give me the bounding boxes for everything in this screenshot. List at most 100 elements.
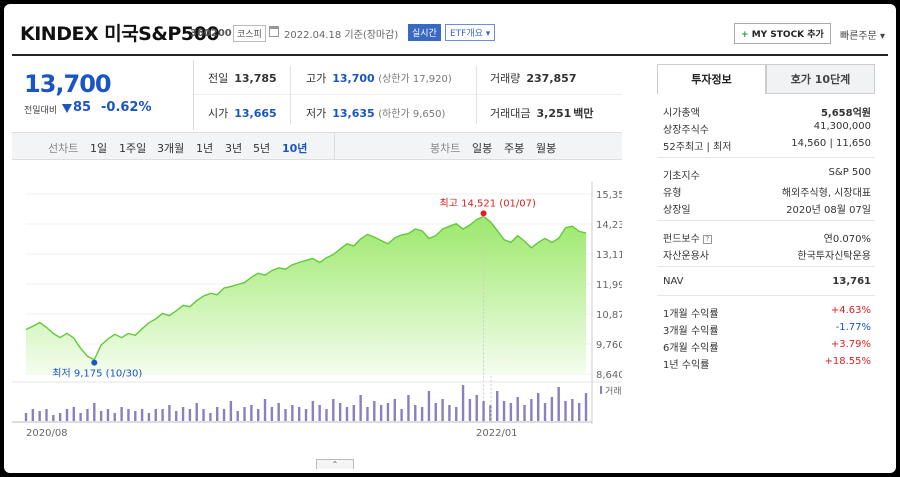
chart-scroll-handle[interactable]: ⌃ [316, 459, 354, 469]
info-label: 유형 [663, 188, 682, 199]
tab-monthly[interactable]: 월봉 [536, 140, 556, 156]
info-value: 14,560 | 11,650 [791, 138, 871, 149]
volume-bar [468, 399, 472, 421]
realtime-button[interactable]: 실시간 [408, 24, 441, 41]
price-area [26, 216, 586, 374]
volume-bar [195, 403, 198, 421]
tab-1week[interactable]: 1주일 [119, 140, 146, 156]
info-label: 자산운용사 [663, 251, 709, 262]
info-row: 시가총액 5,658억원 [657, 102, 875, 119]
tab-3month[interactable]: 3개월 [157, 140, 184, 156]
volume-bar [414, 405, 417, 421]
volume-bar [366, 407, 369, 421]
prev-close-label: 전일 [208, 72, 229, 85]
volume-bar [168, 405, 171, 421]
volume-bar [584, 393, 588, 421]
info-value: S&P 500 [828, 167, 871, 178]
volume-bar [65, 409, 69, 421]
volume-bar [38, 411, 41, 421]
price-chart[interactable]: 15,357 14,237 13,118 11,999 10,879 9,760 8,640… [12, 162, 622, 462]
info-value: 해외주식형, 시장대표 [781, 188, 871, 199]
info-row: 1년 수익률 +18.55% [657, 354, 875, 371]
volume-bar [277, 403, 280, 421]
volume-bar [373, 401, 376, 421]
info-label: 상장일 [663, 205, 691, 216]
quick-order-button[interactable]: 빠른주문 ▾ [840, 27, 885, 42]
volume-bar [229, 401, 233, 421]
change-value: 85 [73, 100, 92, 115]
stock-code: 360200 [190, 28, 232, 39]
volume-bar [45, 409, 48, 421]
market-badge: 코스피 [233, 25, 266, 42]
tab-10year[interactable]: 10년 [282, 140, 307, 156]
tab-weekly[interactable]: 주봉 [504, 140, 524, 156]
volume-bar [222, 409, 226, 421]
low-label: 저가 [306, 107, 327, 120]
volume-bar [345, 407, 349, 421]
volume-bar [113, 413, 116, 421]
info-label: 상장주식수 [663, 125, 709, 136]
info-value: +3.79% [830, 339, 871, 350]
open-value: 13,665 [234, 107, 277, 120]
tab-investment-info[interactable]: 투자정보 [657, 64, 766, 94]
high-label: 고가 [306, 72, 327, 85]
tab-1year[interactable]: 1년 [196, 140, 213, 156]
volume-bar [297, 407, 301, 421]
add-my-stock-button[interactable]: + MY STOCK 추가 [734, 23, 831, 44]
info-value: -1.77% [835, 322, 871, 333]
volume-bar [134, 411, 137, 421]
tab-1day[interactable]: 1일 [90, 140, 107, 156]
y-tick-label: 9,760 [596, 340, 622, 351]
stats-table: 전일 13,785 고가 13,700 (상한가 17,920) 거래량 237,85… [194, 60, 622, 130]
price-summary: 13,700 전일대비 85 -0.62% [12, 60, 194, 130]
info-row: 52주최고 | 최저 14,560 | 11,650 [657, 136, 875, 153]
volume-bar [516, 397, 519, 421]
lower-limit: (하한가 9,650) [378, 109, 446, 120]
volume-bar [509, 403, 513, 421]
volume-bar [407, 395, 410, 421]
volume-bar [530, 399, 533, 421]
info-label: 52주최고 | 최저 [663, 142, 732, 153]
etf-overview-dropdown[interactable]: ETF개요 ▾ [445, 24, 496, 41]
volume-bar [475, 395, 478, 421]
y-tick-label: 8,640 [596, 370, 622, 381]
info-label: 1년 수익률 [663, 360, 710, 371]
period-tabs: 선차트 1일 1주일 3개월 1년 3년 5년 10년 봉차트 일봉 주봉 월봉 [12, 132, 622, 160]
help-icon[interactable]: ? [702, 234, 712, 244]
volume-bar [420, 407, 424, 421]
tab-daily[interactable]: 일봉 [472, 140, 492, 156]
volume-bar [120, 407, 123, 421]
y-tick-label: 14,237 [596, 220, 622, 231]
candle-chart-label: 봉차트 [430, 142, 461, 155]
volume-bar [352, 405, 356, 421]
volume-bar [427, 391, 431, 421]
tab-order-book[interactable]: 호가 10단계 [766, 64, 875, 94]
volume-bar [359, 395, 362, 421]
info-row: 1개월 수익률 +4.63% [657, 303, 875, 320]
info-row: 기초지수 S&P 500 [657, 165, 875, 182]
volume-label: 거래량 [490, 72, 521, 85]
tab-3year[interactable]: 3년 [225, 140, 242, 156]
volume-bar [379, 405, 383, 421]
info-value: 13,761 [832, 276, 871, 287]
volume-bar [318, 405, 321, 421]
y-tick-label: 15,357 [596, 190, 622, 201]
volume-bar [325, 409, 328, 421]
add-my-stock-label: MY STOCK 추가 [751, 30, 824, 40]
volume-bar [175, 411, 178, 421]
x-tick-label: 2020/08 [26, 428, 68, 439]
info-label: 펀드보수? [663, 230, 712, 245]
volume-bar [58, 413, 62, 421]
header-divider [12, 54, 888, 56]
volume-bar [147, 413, 151, 421]
volume-bar [127, 409, 130, 421]
volume-bar [31, 409, 35, 421]
tab-5year[interactable]: 5년 [253, 140, 270, 156]
info-row: 3개월 수익률 -1.77% [657, 320, 875, 337]
volume-bar [386, 403, 390, 421]
info-value: 한국투자신탁운용 [797, 251, 871, 262]
volume-bar [304, 409, 308, 421]
info-row: 상장주식수 41,300,000 [657, 119, 875, 136]
x-tick-label: 2022/01 [476, 428, 518, 439]
info-list: 시가총액 5,658억원 상장주식수 41,300,000 52주최고 | 최저 14,5… [657, 102, 875, 371]
